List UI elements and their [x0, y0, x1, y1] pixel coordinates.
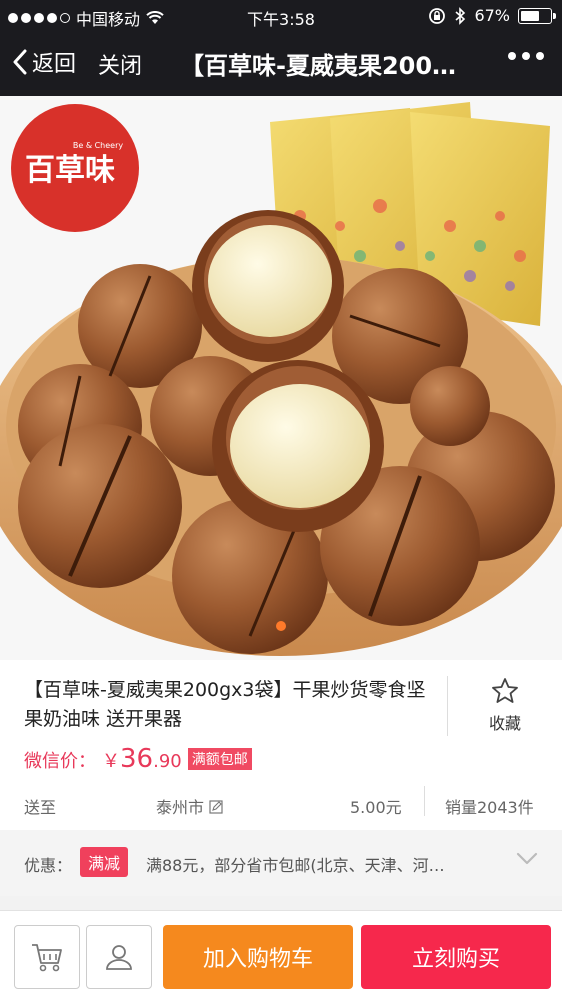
promotion-row[interactable]: 优惠： 满减 满88元，部分省市包邮(北京、天津、河… — [0, 830, 562, 896]
promo-label: 优惠： — [24, 856, 73, 875]
promo-tag: 满减 — [80, 847, 129, 877]
city-name: 泰州市 — [156, 798, 205, 817]
navigation-bar: 返回 关闭 【百草味-夏威夷果200… — [0, 32, 562, 96]
brand-logo: 百草味 Be & Cheery — [11, 104, 139, 232]
product-image[interactable]: 百草味 Be & Cheery — [0, 96, 562, 660]
shopping-cart-icon — [32, 944, 62, 972]
divider — [424, 786, 425, 816]
user-button[interactable] — [86, 925, 152, 989]
edit-icon — [209, 800, 223, 814]
close-button[interactable]: 关闭 — [98, 48, 142, 80]
cart-button[interactable] — [14, 925, 80, 989]
price-row: 微信价： ￥ 36 .90 满额包邮 — [24, 744, 252, 774]
product-photo: 百草味 Be & Cheery — [0, 96, 562, 660]
shipping-fee: 5.00元 — [350, 798, 402, 817]
chevron-left-icon — [13, 49, 27, 75]
user-icon — [106, 945, 132, 970]
price-decimal: .90 — [153, 751, 182, 772]
battery-percent: 67% — [474, 6, 510, 25]
promo-text: 满88元，部分省市包邮(北京、天津、河… — [146, 856, 445, 875]
city-selector[interactable]: 泰州市 — [156, 794, 223, 818]
battery-level-fill — [521, 10, 539, 21]
bluetooth-icon — [455, 6, 466, 25]
price-integer: 36 — [120, 744, 154, 774]
ship-to-label: 送至 — [24, 798, 57, 817]
buy-now-button[interactable]: 立刻购买 — [361, 925, 551, 989]
product-title: 【百草味-夏威夷果200gx3袋】干果炒货零食坚果奶油味 送开果器 — [24, 679, 426, 730]
free-shipping-badge: 满额包邮 — [187, 748, 252, 770]
back-button[interactable]: 返回 — [12, 46, 76, 78]
favorite-label: 收藏 — [488, 714, 521, 733]
product-info: 【百草味-夏威夷果200gx3袋】干果炒货零食坚果奶油味 送开果器 收藏 微信价… — [0, 660, 562, 830]
rotation-lock-icon — [429, 7, 446, 24]
status-right: 67% — [428, 6, 556, 25]
price-label: 微信价： — [24, 751, 96, 772]
favorite-button[interactable]: 收藏 — [447, 676, 562, 736]
battery-icon — [518, 7, 556, 24]
bottom-action-bar: 加入购物车 立刻购买 — [0, 910, 562, 1000]
add-to-cart-button[interactable]: 加入购物车 — [163, 925, 353, 989]
brand-logo-text: 百草味 — [25, 153, 115, 188]
more-options-button[interactable] — [508, 52, 544, 60]
currency-symbol: ￥ — [102, 751, 120, 772]
carousel-dot[interactable] — [276, 621, 286, 631]
sales-count: 销量2043件 — [445, 798, 534, 817]
shipping-row: 送至 泰州市 5.00元 销量2043件 — [0, 786, 562, 826]
star-icon — [492, 678, 518, 703]
page-title: 【百草味-夏威夷果200… — [180, 52, 457, 80]
brand-logo-subtext: Be & Cheery — [73, 141, 124, 150]
chevron-down-icon — [516, 852, 538, 865]
status-bar: 中国移动 下午3:58 67% — [0, 0, 562, 32]
back-label: 返回 — [32, 52, 77, 77]
